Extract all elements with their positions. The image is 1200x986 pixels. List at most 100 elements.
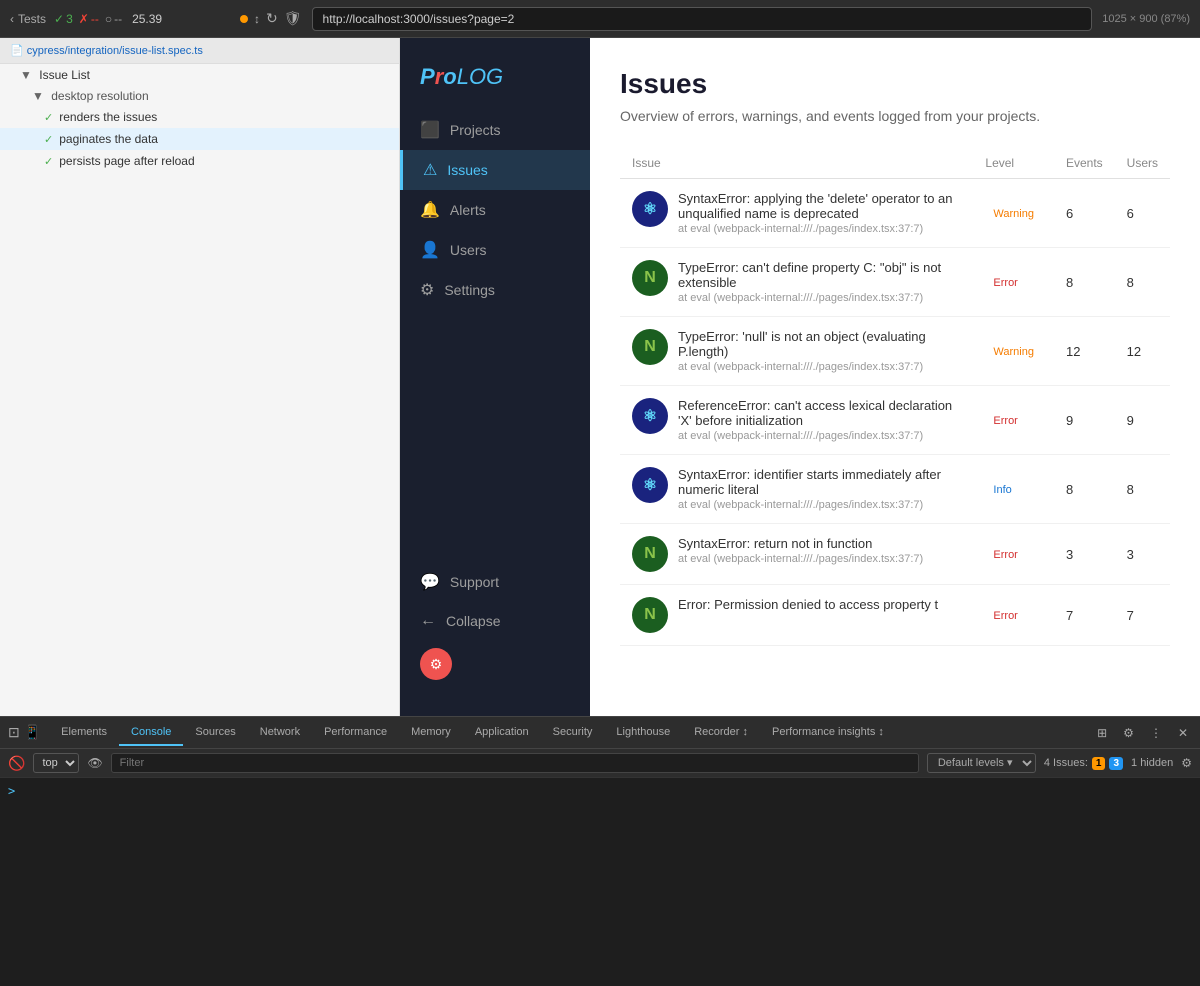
issue-text: TypeError: 'null' is not an object (eval… [678,329,961,373]
resolution-info: 1025 × 900 (87%) [1102,13,1190,25]
issues-count-icon: ⊞ [1093,724,1111,742]
users-cell: 8 [1115,455,1170,524]
prolog-sidebar: ProLOG ⬛ Projects ⚠ Issues 🔔 Alerts [400,38,590,716]
suite-item[interactable]: ▼ Issue List [0,64,399,86]
sidebar-item-alerts[interactable]: 🔔 Alerts [400,190,590,230]
browser-left-controls: ‹ Tests ✓ 3 ✗ -- ○ -- 25.39 [10,12,230,26]
tab-application[interactable]: Application [463,720,541,746]
table-row[interactable]: N SyntaxError: return not in function at… [620,524,1170,585]
main-content: cypress/integration/issue-list.spec.ts ▼… [0,38,1200,716]
issue-icon: ⚛ [632,191,668,227]
table-row[interactable]: N Error: Permission denied to access pro… [620,585,1170,646]
level-badge: Warning [985,206,1042,222]
events-cell: 7 [1054,585,1115,646]
issue-location: at eval (webpack-internal:///./pages/ind… [678,430,961,442]
level-badge: Info [985,482,1019,498]
sidebar-item-label: Support [450,574,499,590]
context-selector[interactable]: top [33,753,79,773]
level-cell: Error [973,524,1054,585]
sub-suite-item[interactable]: ▼ desktop resolution [0,86,399,106]
users-cell: 8 [1115,248,1170,317]
no-entry-icon[interactable]: 🚫 [8,755,25,772]
sidebar-item-users[interactable]: 👤 Users [400,230,590,270]
sidebar-item-support[interactable]: 💬 Support [400,562,590,602]
table-row[interactable]: ⚛ SyntaxError: applying the 'delete' ope… [620,179,1170,248]
col-issue: Issue [620,148,973,179]
console-filter-input[interactable] [111,753,919,773]
issue-icon: ⚛ [632,398,668,434]
table-row[interactable]: ⚛ ReferenceError: can't access lexical d… [620,386,1170,455]
more-icon[interactable]: ⋮ [1146,724,1166,742]
sidebar-item-projects[interactable]: ⬛ Projects [400,110,590,150]
tab-console[interactable]: Console [119,720,183,746]
tab-recorder[interactable]: Recorder ↕ [682,720,760,746]
tab-elements[interactable]: Elements [49,720,119,746]
sidebar-item-issues[interactable]: ⚠ Issues [400,150,590,190]
tab-security[interactable]: Security [541,720,605,746]
browser-chrome: ‹ Tests ✓ 3 ✗ -- ○ -- 25.39 ↕ ↻ 🛡 http:/… [0,0,1200,38]
table-row[interactable]: N TypeError: can't define property C: "o… [620,248,1170,317]
users-cell: 12 [1115,317,1170,386]
devtools-icon-inspect[interactable]: ⊡ [8,724,20,741]
tab-performance[interactable]: Performance [312,720,399,746]
tab-sources[interactable]: Sources [183,720,247,746]
tab-perf-insights[interactable]: Performance insights ↕ [760,720,896,746]
issue-icon: N [632,597,668,633]
devtools-icon-device[interactable]: 📱 [24,724,41,741]
issue-name: ReferenceError: can't access lexical dec… [678,398,961,428]
table-row[interactable]: ⚛ SyntaxError: identifier starts immedia… [620,455,1170,524]
level-badge: Error [985,275,1025,291]
tab-network[interactable]: Network [248,720,312,746]
prolog-app: ProLOG ⬛ Projects ⚠ Issues 🔔 Alerts [400,38,1200,716]
sidebar-item-label: Alerts [450,202,486,218]
blue-badge: 3 [1109,757,1123,770]
expand-icon: ▼ [32,89,44,103]
test-item-1[interactable]: ✓ renders the issues [0,106,399,128]
level-badge: Error [985,413,1025,429]
test-item-3[interactable]: ✓ persists page after reload [0,150,399,172]
console-settings-icon[interactable]: ⚙ [1181,756,1192,770]
issue-location: at eval (webpack-internal:///./pages/ind… [678,361,961,373]
sidebar-item-settings[interactable]: ⚙ Settings [400,270,590,310]
devtools-icon-group: ⊞ ⚙ ⋮ ✕ [1093,724,1192,742]
issue-text: SyntaxError: identifier starts immediate… [678,467,961,511]
tests-button[interactable]: ‹ Tests [10,12,46,26]
issue-icon: N [632,329,668,365]
hidden-count: 1 hidden [1131,757,1173,769]
issue-text: TypeError: can't define property C: "obj… [678,260,961,304]
cypress-file[interactable]: cypress/integration/issue-list.spec.ts [0,38,399,64]
tab-lighthouse[interactable]: Lighthouse [604,720,682,746]
pass-check-icon: ✓ [44,133,53,146]
reload-button[interactable]: ↻ [266,10,278,27]
eye-icon[interactable]: 👁 [87,756,102,770]
settings-icon[interactable]: ⚙ [1119,724,1138,742]
fail-count: ✗ -- [79,12,99,26]
url-bar[interactable]: http://localhost:3000/issues?page=2 [312,7,1093,31]
events-cell: 8 [1054,455,1115,524]
settings-icon: ⚙ [420,280,434,300]
close-icon[interactable]: ✕ [1174,724,1192,742]
issue-location: at eval (webpack-internal:///./pages/ind… [678,553,961,565]
issue-icon: ⚛ [632,467,668,503]
pass-count: ✓ 3 [54,12,73,26]
orange-badge: 1 [1092,757,1106,770]
level-cell: Info [973,455,1054,524]
table-row[interactable]: N TypeError: 'null' is not an object (ev… [620,317,1170,386]
url-text: http://localhost:3000/issues?page=2 [323,12,515,26]
log-level-selector[interactable]: Default levels ▾ [927,753,1036,773]
sidebar-item-collapse[interactable]: ← Collapse [400,602,590,640]
test-label: renders the issues [59,110,157,124]
devtools: ⊡ 📱 Elements Console Sources Network Per… [0,716,1200,986]
col-events: Events [1054,148,1115,179]
issue-cell: N Error: Permission denied to access pro… [620,585,973,646]
console-prompt[interactable] [8,784,1192,798]
tab-memory[interactable]: Memory [399,720,463,746]
users-icon: 👤 [420,240,440,260]
col-users: Users [1115,148,1170,179]
issue-text: SyntaxError: applying the 'delete' opera… [678,191,961,235]
issue-icon: N [632,260,668,296]
test-item-2[interactable]: ✓ paginates the data [0,128,399,150]
tests-label: Tests [18,12,46,26]
level-cell: Error [973,386,1054,455]
level-cell: Error [973,585,1054,646]
